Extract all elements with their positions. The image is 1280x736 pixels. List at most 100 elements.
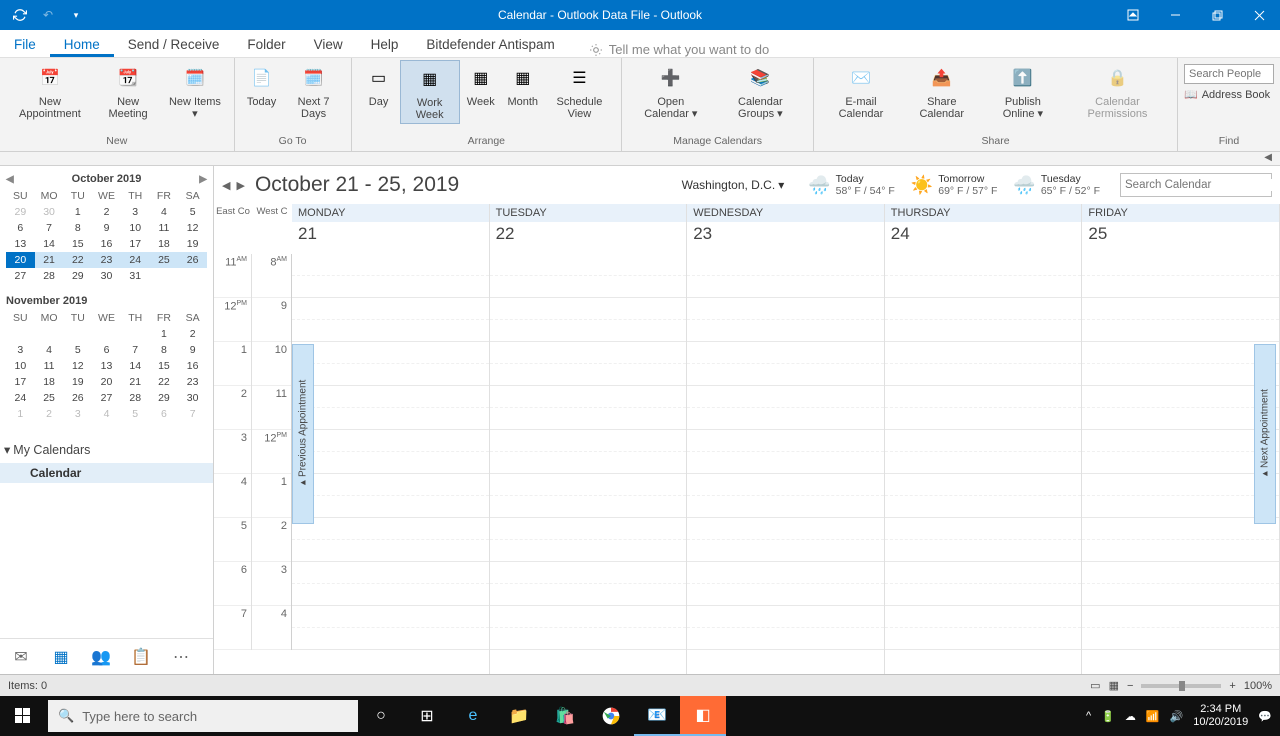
mini-cal-day[interactable]: [35, 326, 64, 342]
mail-nav-icon[interactable]: ✉: [10, 646, 32, 668]
previous-appointment-button[interactable]: ▸ Previous Appointment: [292, 344, 314, 524]
tab-bitdefender[interactable]: Bitdefender Antispam: [412, 32, 568, 57]
qat-customize-icon[interactable]: ▾: [64, 3, 88, 27]
mini-cal-day[interactable]: 20: [92, 374, 121, 390]
mini-cal-day[interactable]: 30: [35, 204, 64, 220]
mini-cal-day[interactable]: 13: [6, 236, 35, 252]
search-calendar-input[interactable]: [1125, 179, 1279, 191]
mini-cal-day[interactable]: 5: [63, 342, 92, 358]
mini-cal-day[interactable]: 6: [150, 406, 179, 422]
new-meeting-button[interactable]: 📆New Meeting: [94, 60, 162, 122]
mini-cal-day[interactable]: 28: [35, 268, 64, 284]
mini-cal-day[interactable]: 1: [63, 204, 92, 220]
mini-cal-day[interactable]: 11: [35, 358, 64, 374]
mini-cal-day[interactable]: 21: [35, 252, 64, 268]
mini-cal-day[interactable]: 22: [63, 252, 92, 268]
mini-cal-day[interactable]: 6: [92, 342, 121, 358]
mini-cal-day[interactable]: 21: [121, 374, 150, 390]
new-appointment-button[interactable]: 📅New Appointment: [6, 60, 94, 122]
taskbar-clock[interactable]: 2:34 PM10/20/2019: [1193, 703, 1248, 729]
mini-cal-day[interactable]: 29: [150, 390, 179, 406]
mini-cal-day[interactable]: 27: [92, 390, 121, 406]
weather-location[interactable]: Washington, D.C. ▾: [682, 178, 785, 192]
mini-cal-day[interactable]: 14: [35, 236, 64, 252]
view-reading-icon[interactable]: ▦: [1109, 679, 1119, 692]
search-people-input[interactable]: [1184, 64, 1274, 84]
task-view-icon[interactable]: ⊞: [404, 696, 450, 736]
mini-cal-day[interactable]: [6, 326, 35, 342]
snagit-icon[interactable]: ◧: [680, 696, 726, 736]
mini-cal-day[interactable]: 20: [6, 252, 35, 268]
volume-icon[interactable]: 🔊: [1170, 710, 1184, 723]
today-button[interactable]: 📄Today: [241, 60, 283, 110]
mini-cal-day[interactable]: 27: [6, 268, 35, 284]
next-range-button[interactable]: ▶: [236, 179, 244, 192]
mini-cal-day[interactable]: 11: [150, 220, 179, 236]
mini-cal-day[interactable]: [63, 326, 92, 342]
open-calendar-button[interactable]: ➕Open Calendar ▾: [628, 60, 713, 122]
refresh-icon[interactable]: [8, 3, 32, 27]
mini-cal-day[interactable]: 30: [178, 390, 207, 406]
mini-cal-day[interactable]: 13: [92, 358, 121, 374]
share-calendar-button[interactable]: 📤Share Calendar: [902, 60, 982, 122]
mini-cal-day[interactable]: 9: [178, 342, 207, 358]
chrome-icon[interactable]: [588, 696, 634, 736]
tab-view[interactable]: View: [300, 32, 357, 57]
day-column[interactable]: [687, 254, 885, 674]
mini-cal-day[interactable]: [92, 326, 121, 342]
explorer-icon[interactable]: 📁: [496, 696, 542, 736]
zoom-out-button[interactable]: −: [1127, 680, 1133, 692]
tab-send-receive[interactable]: Send / Receive: [114, 32, 234, 57]
store-icon[interactable]: 🛍️: [542, 696, 588, 736]
mini-cal-day[interactable]: 19: [178, 236, 207, 252]
close-button[interactable]: [1238, 0, 1280, 30]
mini-cal-day[interactable]: 28: [121, 390, 150, 406]
tray-chevron-icon[interactable]: ^: [1086, 710, 1091, 722]
tab-home[interactable]: Home: [50, 32, 114, 57]
onedrive-icon[interactable]: ☁: [1125, 710, 1136, 723]
mini-cal-day[interactable]: 10: [121, 220, 150, 236]
mini-cal-day[interactable]: 14: [121, 358, 150, 374]
work-week-view-button[interactable]: ▦Work Week: [400, 60, 460, 124]
more-nav-icon[interactable]: ⋯: [170, 646, 192, 668]
mini-cal-day[interactable]: 25: [150, 252, 179, 268]
weather-item[interactable]: 🌧️Tuesday65° F / 52° F: [1013, 173, 1100, 197]
day-view-button[interactable]: ▭Day: [358, 60, 400, 110]
mini-cal-day[interactable]: [178, 268, 207, 284]
mini-cal-day[interactable]: 29: [6, 204, 35, 220]
mini-cal-day[interactable]: 3: [121, 204, 150, 220]
mini-cal-day[interactable]: 26: [178, 252, 207, 268]
mini-cal-day[interactable]: 18: [150, 236, 179, 252]
mini-cal-day[interactable]: 22: [150, 374, 179, 390]
start-button[interactable]: [0, 696, 46, 736]
new-items-button[interactable]: 🗓️New Items ▾: [162, 60, 227, 122]
battery-icon[interactable]: 🔋: [1101, 710, 1115, 723]
mini-cal-day[interactable]: 7: [178, 406, 207, 422]
tell-me-search[interactable]: Tell me what you want to do: [589, 42, 769, 57]
taskbar-search[interactable]: 🔍 Type here to search: [48, 700, 358, 732]
outlook-taskbar-icon[interactable]: 📧: [634, 696, 680, 736]
view-normal-icon[interactable]: ▭: [1090, 679, 1100, 692]
mini-cal-day[interactable]: 15: [150, 358, 179, 374]
month-view-button[interactable]: ▦Month: [502, 60, 544, 110]
mini-cal-day[interactable]: 8: [63, 220, 92, 236]
people-nav-icon[interactable]: 👥: [90, 646, 112, 668]
weather-item[interactable]: 🌧️Today58° F / 54° F: [808, 173, 895, 197]
mini-cal-day[interactable]: 5: [178, 204, 207, 220]
next-7-days-button[interactable]: 🗓️Next 7 Days: [283, 60, 345, 122]
mini-cal-day[interactable]: 8: [150, 342, 179, 358]
mini-cal-day[interactable]: 12: [178, 220, 207, 236]
day-column[interactable]: [292, 254, 490, 674]
mini-cal-day[interactable]: 15: [63, 236, 92, 252]
mini-cal-day[interactable]: 23: [178, 374, 207, 390]
mini-cal-day[interactable]: 30: [92, 268, 121, 284]
edge-icon[interactable]: e: [450, 696, 496, 736]
mini-cal-day[interactable]: 24: [6, 390, 35, 406]
mini-cal-day[interactable]: 16: [92, 236, 121, 252]
undo-icon[interactable]: ↶: [36, 3, 60, 27]
mini-cal-day[interactable]: 18: [35, 374, 64, 390]
mini-cal-day[interactable]: 4: [92, 406, 121, 422]
mini-cal-day[interactable]: 16: [178, 358, 207, 374]
mini-cal-day[interactable]: 2: [178, 326, 207, 342]
day-column[interactable]: [885, 254, 1083, 674]
